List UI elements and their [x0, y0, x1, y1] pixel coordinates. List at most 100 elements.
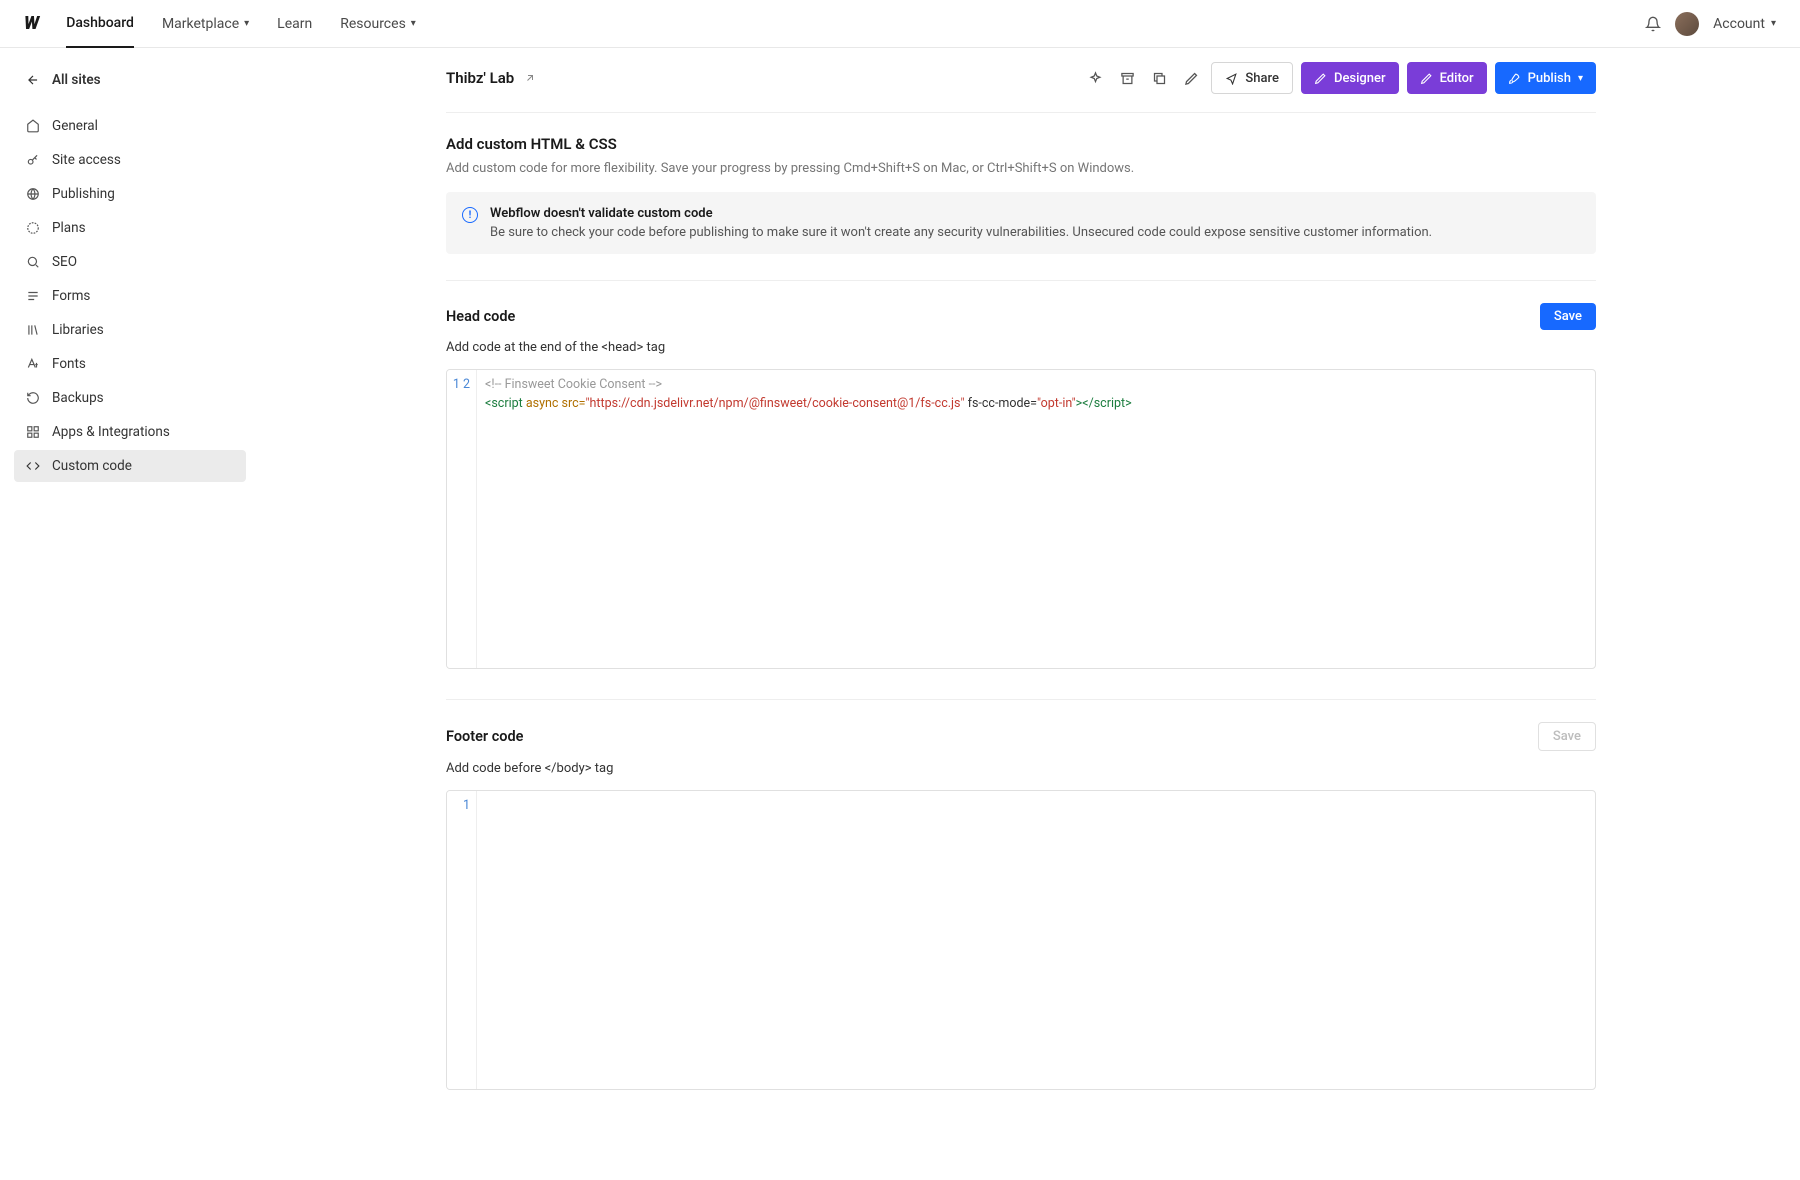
sidebar-back-all-sites[interactable]: All sites — [14, 64, 246, 96]
head-code-desc: Add code at the end of the <head> tag — [446, 340, 1596, 355]
sidebar-item-label: Site access — [52, 152, 121, 168]
banner-body: Be sure to check your code before publis… — [490, 225, 1432, 240]
sidebar-item-label: Forms — [52, 288, 90, 304]
action-icon-3[interactable] — [1147, 66, 1171, 90]
designer-label: Designer — [1334, 71, 1386, 86]
sidebar-item-label: Apps & Integrations — [52, 424, 170, 440]
action-icon-1[interactable] — [1083, 66, 1107, 90]
editor-label: Editor — [1440, 71, 1474, 86]
backup-icon — [26, 391, 40, 405]
library-icon — [26, 323, 40, 337]
page-title-text: Thibz' Lab — [446, 69, 514, 87]
code-attr: async — [523, 396, 559, 411]
edit-icon — [1184, 71, 1199, 86]
apps-icon — [26, 425, 40, 439]
section-description: Add custom code for more flexibility. Sa… — [446, 161, 1596, 176]
footer-code-header: Footer code Save — [446, 722, 1596, 751]
sidebar-item-custom-code[interactable]: Custom code — [14, 450, 246, 482]
sidebar-item-fonts[interactable]: Fonts — [14, 348, 246, 380]
top-nav: W Dashboard Marketplace ▾ Learn Resource… — [0, 0, 1800, 48]
external-link-icon[interactable] — [524, 72, 536, 84]
sidebar-item-label: Fonts — [52, 356, 86, 372]
sidebar-item-site-access[interactable]: Site access — [14, 144, 246, 176]
designer-button[interactable]: Designer — [1301, 62, 1399, 94]
banner-title: Webflow doesn't validate custom code — [490, 206, 1432, 221]
footer-code-editor[interactable]: 1 — [446, 790, 1596, 1090]
notifications-icon[interactable] — [1645, 16, 1661, 32]
footer-code-desc: Add code before </body> tag — [446, 761, 1596, 776]
code-attr: fs-cc-mode= — [965, 396, 1038, 411]
nav-resources-label: Resources — [340, 16, 406, 32]
chevron-down-icon: ▾ — [1578, 73, 1583, 84]
search-icon — [26, 255, 40, 269]
sidebar-item-libraries[interactable]: Libraries — [14, 314, 246, 346]
copy-icon — [1152, 71, 1167, 86]
sidebar-item-label: General — [52, 118, 98, 134]
head-code-editor[interactable]: 1 2 <!-- Finsweet Cookie Consent --> <sc… — [446, 369, 1596, 669]
archive-icon — [1120, 71, 1135, 86]
section-heading: Add custom HTML & CSS — [446, 135, 1596, 153]
pencil-icon — [1314, 72, 1327, 85]
plans-icon — [26, 221, 40, 235]
sidebar-item-apps[interactable]: Apps & Integrations — [14, 416, 246, 448]
chevron-down-icon: ▾ — [1771, 18, 1776, 29]
publish-button[interactable]: Publish ▾ — [1495, 62, 1596, 94]
sidebar-item-forms[interactable]: Forms — [14, 280, 246, 312]
sidebar: All sites General Site access Publishing… — [0, 48, 246, 1180]
sidebar-item-general[interactable]: General — [14, 110, 246, 142]
publish-label: Publish — [1528, 71, 1571, 86]
nav-dashboard[interactable]: Dashboard — [66, 0, 134, 48]
head-code-header: Head code Save — [446, 303, 1596, 330]
share-button[interactable]: Share — [1211, 62, 1293, 94]
code-comment: <!-- Finsweet Cookie Consent --> — [485, 377, 662, 392]
arrow-left-icon — [26, 73, 40, 87]
sidebar-item-label: Libraries — [52, 322, 104, 338]
top-nav-right: Account ▾ — [1645, 12, 1776, 36]
sidebar-back-label: All sites — [52, 72, 101, 88]
code-val: "https://cdn.jsdelivr.net/npm/@finsweet/… — [586, 396, 965, 411]
webflow-logo[interactable]: W — [24, 13, 38, 34]
sidebar-item-seo[interactable]: SEO — [14, 246, 246, 278]
top-nav-left: W Dashboard Marketplace ▾ Learn Resource… — [24, 0, 416, 48]
footer-code-gutter: 1 — [447, 791, 477, 1089]
sidebar-item-publishing[interactable]: Publishing — [14, 178, 246, 210]
sidebar-item-label: Backups — [52, 390, 104, 406]
account-menu[interactable]: Account ▾ — [1713, 16, 1776, 32]
main-content: Thibz' Lab Share Designer Editor — [246, 48, 1796, 1180]
chevron-down-icon: ▾ — [244, 18, 249, 29]
forms-icon — [26, 289, 40, 303]
share-icon — [1225, 72, 1238, 85]
home-icon — [26, 119, 40, 133]
nav-learn[interactable]: Learn — [277, 0, 312, 48]
info-banner: ! Webflow doesn't validate custom code B… — [446, 192, 1596, 254]
page-title: Thibz' Lab — [446, 69, 536, 87]
sidebar-item-label: Plans — [52, 220, 86, 236]
page-actions: Share Designer Editor Publish ▾ — [1083, 62, 1596, 94]
head-code-save-button[interactable]: Save — [1540, 303, 1596, 330]
nav-resources[interactable]: Resources ▾ — [340, 0, 416, 48]
divider — [446, 699, 1596, 700]
avatar[interactable] — [1675, 12, 1699, 36]
sidebar-item-backups[interactable]: Backups — [14, 382, 246, 414]
head-code-body[interactable]: <!-- Finsweet Cookie Consent --> <script… — [477, 370, 1595, 668]
share-label: Share — [1245, 71, 1279, 86]
footer-code-save-button: Save — [1538, 722, 1596, 751]
code-val: "opt-in" — [1037, 396, 1076, 411]
action-icon-2[interactable] — [1115, 66, 1139, 90]
editor-button[interactable]: Editor — [1407, 62, 1487, 94]
head-code-gutter: 1 2 — [447, 370, 477, 668]
nav-marketplace[interactable]: Marketplace ▾ — [162, 0, 249, 48]
sidebar-item-label: SEO — [52, 254, 77, 270]
globe-icon — [26, 187, 40, 201]
nav-marketplace-label: Marketplace — [162, 16, 239, 32]
info-icon: ! — [462, 207, 478, 223]
head-code-title: Head code — [446, 308, 515, 325]
rocket-icon — [1508, 72, 1521, 85]
code-icon — [26, 459, 40, 473]
action-icon-4[interactable] — [1179, 66, 1203, 90]
code-attr: src= — [558, 396, 585, 411]
pen-icon — [1420, 72, 1433, 85]
footer-code-body[interactable] — [477, 791, 1595, 1089]
sidebar-item-plans[interactable]: Plans — [14, 212, 246, 244]
key-icon — [26, 153, 40, 167]
